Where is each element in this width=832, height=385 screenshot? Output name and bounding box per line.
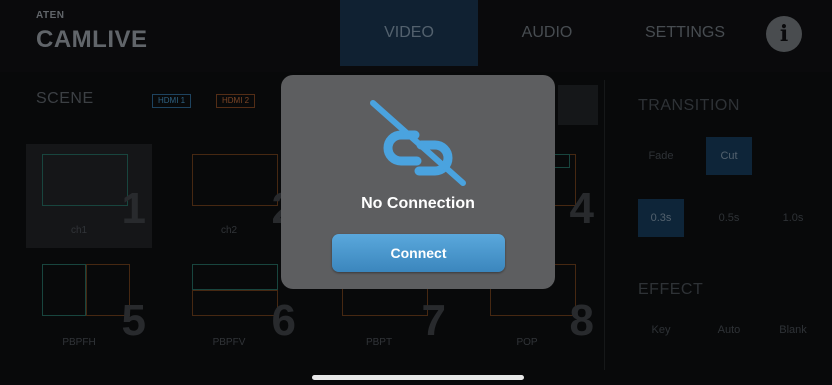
broken-link-icon xyxy=(370,100,466,186)
home-indicator[interactable] xyxy=(312,375,524,380)
no-connection-dialog: No Connection Connect xyxy=(281,75,555,289)
dialog-title: No Connection xyxy=(361,195,475,212)
connect-button[interactable]: Connect xyxy=(332,234,505,272)
